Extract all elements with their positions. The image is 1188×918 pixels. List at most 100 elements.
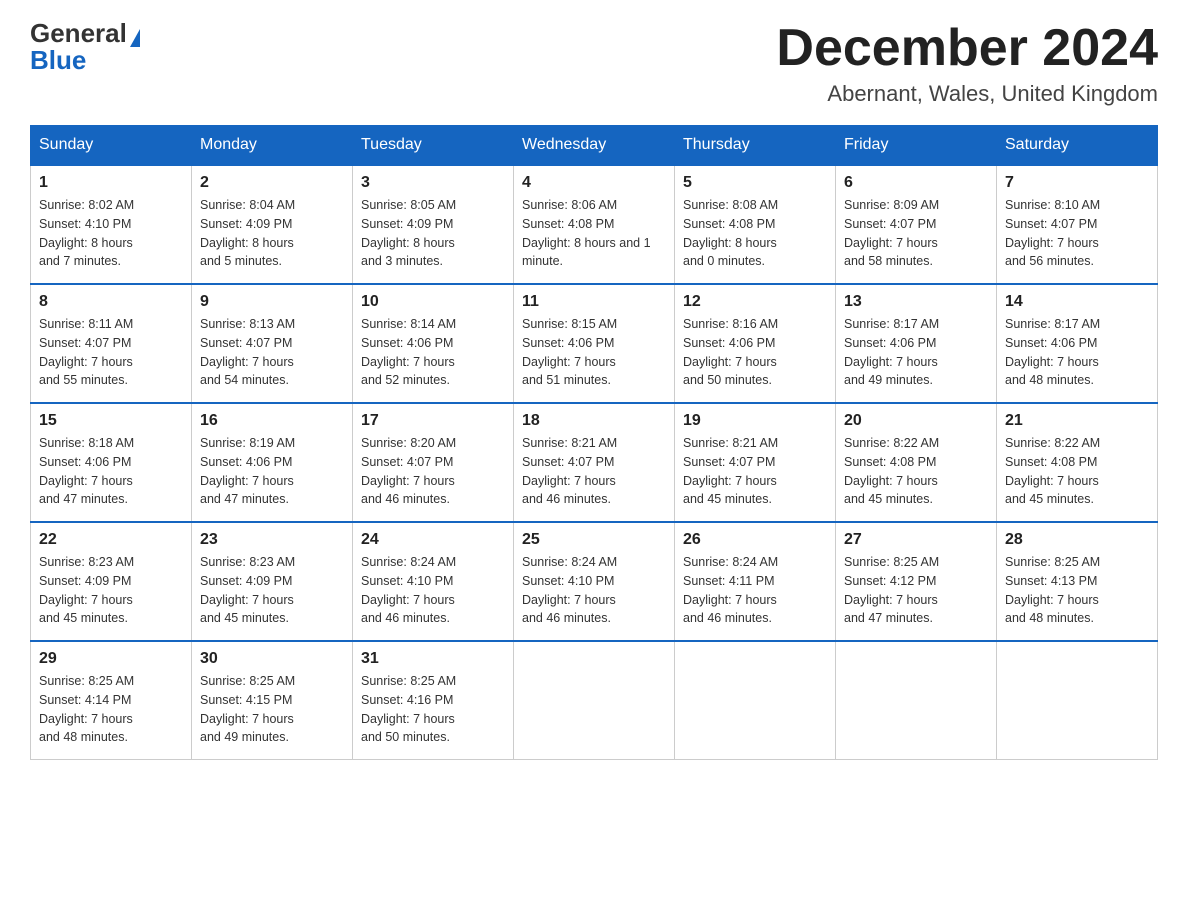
day-info: Sunrise: 8:25 AMSunset: 4:15 PMDaylight:… — [200, 672, 344, 747]
calendar-week-5: 29 Sunrise: 8:25 AMSunset: 4:14 PMDaylig… — [31, 641, 1158, 760]
table-row — [836, 641, 997, 760]
day-info: Sunrise: 8:19 AMSunset: 4:06 PMDaylight:… — [200, 434, 344, 509]
table-row: 21 Sunrise: 8:22 AMSunset: 4:08 PMDaylig… — [997, 403, 1158, 522]
table-row: 27 Sunrise: 8:25 AMSunset: 4:12 PMDaylig… — [836, 522, 997, 641]
table-row: 20 Sunrise: 8:22 AMSunset: 4:08 PMDaylig… — [836, 403, 997, 522]
page-header: General Blue December 2024 Abernant, Wal… — [30, 20, 1158, 107]
day-number: 29 — [39, 650, 183, 668]
day-info: Sunrise: 8:23 AMSunset: 4:09 PMDaylight:… — [200, 553, 344, 628]
day-number: 7 — [1005, 174, 1149, 192]
table-row: 9 Sunrise: 8:13 AMSunset: 4:07 PMDayligh… — [192, 284, 353, 403]
table-row — [675, 641, 836, 760]
day-number: 24 — [361, 531, 505, 549]
day-number: 25 — [522, 531, 666, 549]
day-info: Sunrise: 8:22 AMSunset: 4:08 PMDaylight:… — [1005, 434, 1149, 509]
day-number: 1 — [39, 174, 183, 192]
day-info: Sunrise: 8:06 AMSunset: 4:08 PMDaylight:… — [522, 196, 666, 271]
day-number: 13 — [844, 293, 988, 311]
table-row: 6 Sunrise: 8:09 AMSunset: 4:07 PMDayligh… — [836, 165, 997, 284]
logo-general: General — [30, 18, 127, 48]
day-number: 12 — [683, 293, 827, 311]
day-number: 5 — [683, 174, 827, 192]
day-info: Sunrise: 8:10 AMSunset: 4:07 PMDaylight:… — [1005, 196, 1149, 271]
day-number: 31 — [361, 650, 505, 668]
table-row: 26 Sunrise: 8:24 AMSunset: 4:11 PMDaylig… — [675, 522, 836, 641]
header-monday: Monday — [192, 126, 353, 166]
table-row: 23 Sunrise: 8:23 AMSunset: 4:09 PMDaylig… — [192, 522, 353, 641]
day-info: Sunrise: 8:14 AMSunset: 4:06 PMDaylight:… — [361, 315, 505, 390]
weekday-header-row: Sunday Monday Tuesday Wednesday Thursday… — [31, 126, 1158, 166]
table-row: 17 Sunrise: 8:20 AMSunset: 4:07 PMDaylig… — [353, 403, 514, 522]
day-number: 17 — [361, 412, 505, 430]
day-info: Sunrise: 8:23 AMSunset: 4:09 PMDaylight:… — [39, 553, 183, 628]
table-row: 25 Sunrise: 8:24 AMSunset: 4:10 PMDaylig… — [514, 522, 675, 641]
day-info: Sunrise: 8:05 AMSunset: 4:09 PMDaylight:… — [361, 196, 505, 271]
day-info: Sunrise: 8:08 AMSunset: 4:08 PMDaylight:… — [683, 196, 827, 271]
day-info: Sunrise: 8:21 AMSunset: 4:07 PMDaylight:… — [522, 434, 666, 509]
day-number: 4 — [522, 174, 666, 192]
header-wednesday: Wednesday — [514, 126, 675, 166]
day-number: 15 — [39, 412, 183, 430]
day-number: 6 — [844, 174, 988, 192]
table-row: 4 Sunrise: 8:06 AMSunset: 4:08 PMDayligh… — [514, 165, 675, 284]
day-number: 28 — [1005, 531, 1149, 549]
header-saturday: Saturday — [997, 126, 1158, 166]
calendar-header: Sunday Monday Tuesday Wednesday Thursday… — [31, 126, 1158, 166]
header-tuesday: Tuesday — [353, 126, 514, 166]
table-row: 3 Sunrise: 8:05 AMSunset: 4:09 PMDayligh… — [353, 165, 514, 284]
logo-blue: Blue — [30, 45, 86, 75]
table-row: 14 Sunrise: 8:17 AMSunset: 4:06 PMDaylig… — [997, 284, 1158, 403]
day-info: Sunrise: 8:11 AMSunset: 4:07 PMDaylight:… — [39, 315, 183, 390]
table-row: 11 Sunrise: 8:15 AMSunset: 4:06 PMDaylig… — [514, 284, 675, 403]
logo-triangle-icon — [130, 29, 140, 47]
logo-top-row: General — [30, 20, 140, 47]
table-row: 22 Sunrise: 8:23 AMSunset: 4:09 PMDaylig… — [31, 522, 192, 641]
day-info: Sunrise: 8:13 AMSunset: 4:07 PMDaylight:… — [200, 315, 344, 390]
calendar-week-2: 8 Sunrise: 8:11 AMSunset: 4:07 PMDayligh… — [31, 284, 1158, 403]
day-info: Sunrise: 8:21 AMSunset: 4:07 PMDaylight:… — [683, 434, 827, 509]
day-number: 14 — [1005, 293, 1149, 311]
table-row: 24 Sunrise: 8:24 AMSunset: 4:10 PMDaylig… — [353, 522, 514, 641]
table-row: 5 Sunrise: 8:08 AMSunset: 4:08 PMDayligh… — [675, 165, 836, 284]
day-number: 22 — [39, 531, 183, 549]
day-number: 23 — [200, 531, 344, 549]
day-number: 16 — [200, 412, 344, 430]
table-row: 8 Sunrise: 8:11 AMSunset: 4:07 PMDayligh… — [31, 284, 192, 403]
day-number: 8 — [39, 293, 183, 311]
table-row: 18 Sunrise: 8:21 AMSunset: 4:07 PMDaylig… — [514, 403, 675, 522]
table-row: 29 Sunrise: 8:25 AMSunset: 4:14 PMDaylig… — [31, 641, 192, 760]
month-title: December 2024 — [776, 20, 1158, 77]
table-row — [514, 641, 675, 760]
table-row: 1 Sunrise: 8:02 AMSunset: 4:10 PMDayligh… — [31, 165, 192, 284]
day-number: 30 — [200, 650, 344, 668]
day-number: 20 — [844, 412, 988, 430]
table-row: 10 Sunrise: 8:14 AMSunset: 4:06 PMDaylig… — [353, 284, 514, 403]
title-block: December 2024 Abernant, Wales, United Ki… — [776, 20, 1158, 107]
day-info: Sunrise: 8:25 AMSunset: 4:13 PMDaylight:… — [1005, 553, 1149, 628]
day-number: 26 — [683, 531, 827, 549]
day-info: Sunrise: 8:20 AMSunset: 4:07 PMDaylight:… — [361, 434, 505, 509]
day-number: 27 — [844, 531, 988, 549]
day-info: Sunrise: 8:25 AMSunset: 4:16 PMDaylight:… — [361, 672, 505, 747]
day-info: Sunrise: 8:22 AMSunset: 4:08 PMDaylight:… — [844, 434, 988, 509]
table-row: 31 Sunrise: 8:25 AMSunset: 4:16 PMDaylig… — [353, 641, 514, 760]
day-info: Sunrise: 8:15 AMSunset: 4:06 PMDaylight:… — [522, 315, 666, 390]
day-info: Sunrise: 8:24 AMSunset: 4:11 PMDaylight:… — [683, 553, 827, 628]
day-number: 10 — [361, 293, 505, 311]
day-number: 9 — [200, 293, 344, 311]
table-row: 7 Sunrise: 8:10 AMSunset: 4:07 PMDayligh… — [997, 165, 1158, 284]
header-friday: Friday — [836, 126, 997, 166]
table-row — [997, 641, 1158, 760]
day-info: Sunrise: 8:25 AMSunset: 4:12 PMDaylight:… — [844, 553, 988, 628]
table-row: 15 Sunrise: 8:18 AMSunset: 4:06 PMDaylig… — [31, 403, 192, 522]
table-row: 16 Sunrise: 8:19 AMSunset: 4:06 PMDaylig… — [192, 403, 353, 522]
logo: General Blue — [30, 20, 140, 74]
calendar-table: Sunday Monday Tuesday Wednesday Thursday… — [30, 125, 1158, 760]
calendar-week-3: 15 Sunrise: 8:18 AMSunset: 4:06 PMDaylig… — [31, 403, 1158, 522]
location: Abernant, Wales, United Kingdom — [776, 81, 1158, 107]
day-number: 19 — [683, 412, 827, 430]
day-number: 21 — [1005, 412, 1149, 430]
day-info: Sunrise: 8:16 AMSunset: 4:06 PMDaylight:… — [683, 315, 827, 390]
day-info: Sunrise: 8:24 AMSunset: 4:10 PMDaylight:… — [361, 553, 505, 628]
table-row: 30 Sunrise: 8:25 AMSunset: 4:15 PMDaylig… — [192, 641, 353, 760]
